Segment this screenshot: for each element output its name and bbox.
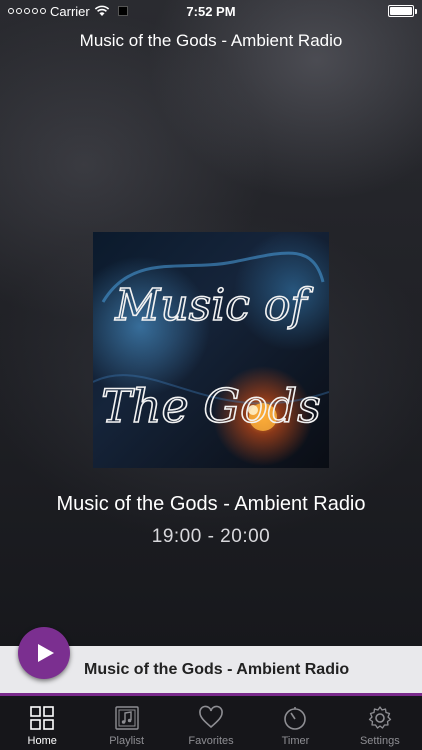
music-note-icon bbox=[114, 706, 139, 730]
heart-icon bbox=[199, 705, 223, 729]
carrier-label: Carrier bbox=[50, 3, 90, 19]
battery-icon bbox=[388, 5, 417, 17]
timer-icon bbox=[284, 707, 307, 730]
wifi-icon bbox=[94, 5, 109, 16]
gear-icon bbox=[368, 706, 391, 729]
mini-player-title: Music of the Gods - Ambient Radio bbox=[84, 661, 350, 678]
tab-favorites[interactable]: Favorites bbox=[169, 699, 253, 750]
tab-bar: Home Playlist Favorites Timer Settings bbox=[0, 699, 422, 750]
play-icon bbox=[37, 644, 54, 662]
track-title: Music of the Gods - Ambient Radio bbox=[56, 493, 366, 515]
tab-timer-label: Timer bbox=[281, 735, 310, 747]
status-left: Carrier bbox=[8, 4, 128, 19]
tab-settings-label: Settings bbox=[359, 735, 400, 747]
tab-playlist-label: Playlist bbox=[109, 735, 145, 747]
track-time-range: 19:00 - 20:00 bbox=[151, 526, 271, 547]
tab-home[interactable]: Home bbox=[0, 699, 84, 750]
tab-playlist[interactable]: Playlist bbox=[84, 699, 168, 750]
stop-square-icon bbox=[117, 6, 128, 16]
artwork-text-line2: The Gods bbox=[101, 379, 321, 433]
grid-icon bbox=[30, 706, 55, 730]
artwork-text-line1: Music of bbox=[114, 280, 313, 331]
status-bar: Carrier 7:52 PM bbox=[0, 0, 422, 22]
tab-favorites-label: Favorites bbox=[188, 735, 234, 747]
play-button[interactable] bbox=[18, 627, 70, 679]
tab-home-label: Home bbox=[27, 735, 57, 747]
tab-timer[interactable]: Timer bbox=[253, 699, 337, 750]
signal-icon bbox=[8, 8, 46, 14]
album-artwork: Music of The Gods bbox=[93, 232, 329, 468]
tab-settings[interactable]: Settings bbox=[338, 699, 422, 750]
page-title: Music of the Gods - Ambient Radio bbox=[79, 31, 343, 50]
